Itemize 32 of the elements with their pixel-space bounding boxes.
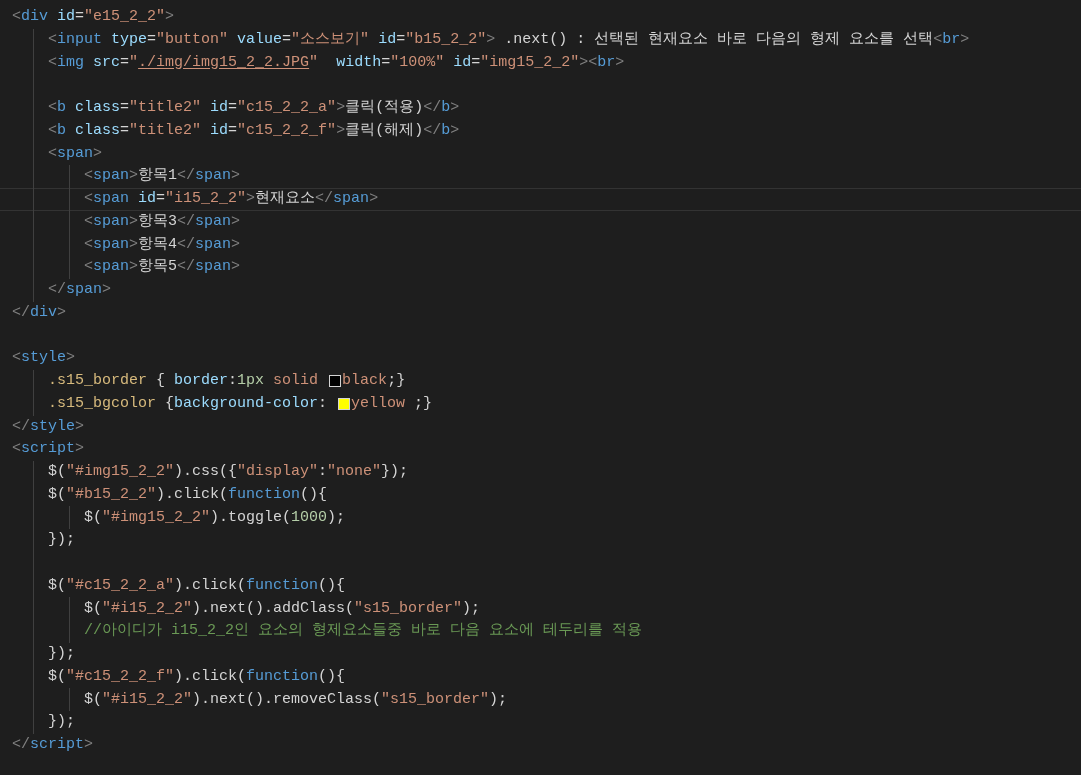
code-text: .s15_bgcolor {background-color: bbox=[48, 393, 329, 414]
code-text: $("#i15_2_2").next().removeClass("s15_border"); bbox=[84, 689, 508, 710]
code-text: <b class="title2" id="c15_2_2_f">클릭(해제)</b> bbox=[48, 120, 460, 141]
code-text: <style> bbox=[12, 348, 76, 369]
code-text: <span>항목1</span> bbox=[84, 166, 241, 187]
code-text: <div id="e15_2_2"> bbox=[12, 7, 175, 27]
code-text: }); bbox=[48, 712, 75, 733]
code-text: $("#img15_2_2").css({"display":"none"}); bbox=[48, 462, 409, 482]
code-text: //아이디가 i15_2_2인 요소의 형제요소들중 바로 다음 요소에 테두리를 적용 bbox=[84, 621, 643, 642]
code-text: yellow ;} bbox=[351, 393, 433, 414]
code-text: <script> bbox=[12, 439, 85, 460]
code-text: </style> bbox=[12, 416, 85, 437]
code-text: $("#c15_2_2_a").click(function(){ bbox=[48, 575, 346, 596]
code-text: <span>항목3</span> bbox=[84, 211, 241, 232]
code-text: $("#b15_2_2").click(function(){ bbox=[48, 484, 328, 505]
code-text: </div> bbox=[12, 302, 67, 323]
code-text: <b class="title2" id="c15_2_2_a">클릭(적용)</b> bbox=[48, 98, 460, 118]
code-text: <span> bbox=[48, 143, 103, 164]
code-text: }); bbox=[48, 644, 75, 664]
code-text: <span>항목4</span> bbox=[84, 234, 241, 255]
code-text: $("#i15_2_2").next().addClass("s15_border"); bbox=[84, 598, 481, 619]
code-text: <input type="button" value="소스보기" id="b15_2_2"> .next() : 선택된 현재요소 바로 다음의 형제 요소를 선택<br> bbox=[48, 29, 970, 50]
code-text: <span id="i15_2_2">현재요소</span> bbox=[84, 189, 379, 209]
code-text: .s15_border { border:1px solid bbox=[48, 371, 320, 391]
code-text: }); bbox=[48, 530, 75, 551]
code-text: <span>항목5</span> bbox=[84, 257, 241, 278]
code-text: $("#c15_2_2_f").click(function(){ bbox=[48, 666, 346, 687]
code-text: $("#img15_2_2").toggle(1000); bbox=[84, 507, 346, 528]
code-text: <img src="./img/img15_2_2.JPG" width="100%" id="img15_2_2"><br> bbox=[48, 52, 625, 73]
code-text: </script> bbox=[12, 735, 94, 755]
code-text: black;} bbox=[342, 371, 406, 391]
code-text: </span> bbox=[48, 280, 112, 300]
